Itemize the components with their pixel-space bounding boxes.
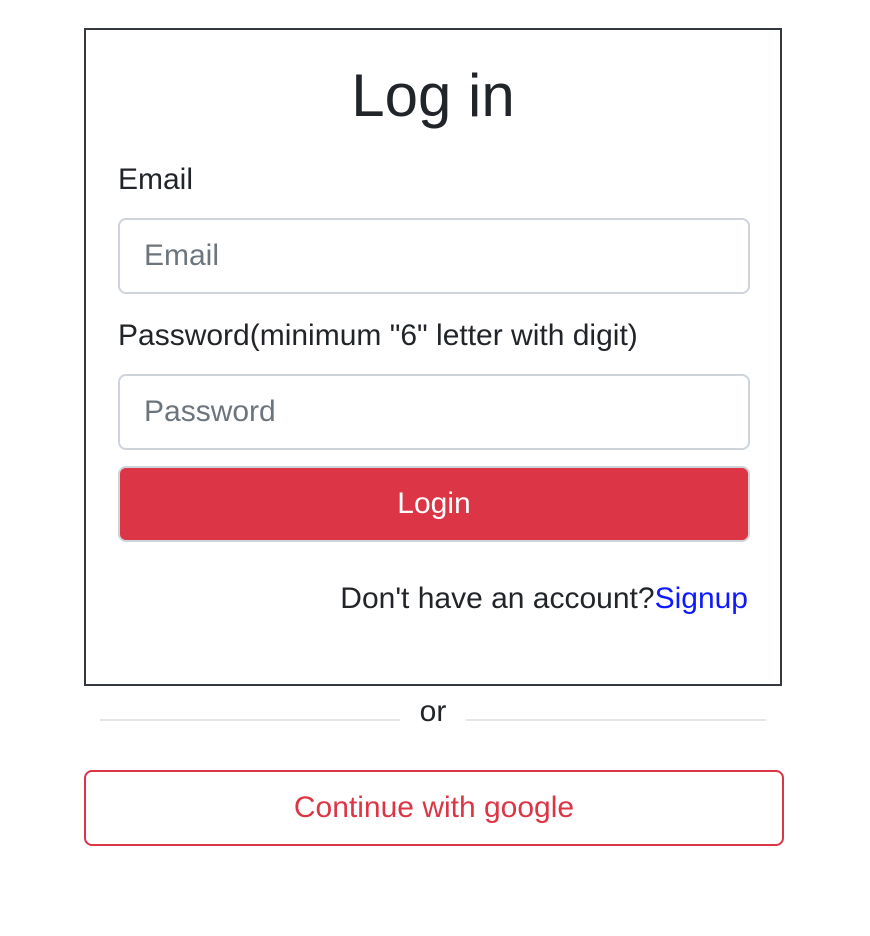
password-field[interactable] (118, 374, 750, 450)
continue-with-google-button[interactable]: Continue with google (84, 770, 784, 846)
signup-link[interactable]: Signup (655, 582, 748, 615)
email-field[interactable] (118, 218, 750, 294)
email-label: Email (118, 163, 194, 196)
signup-prompt-text: Don't have an account? (340, 582, 655, 615)
password-label: Password(minimum "6" letter with digit) (118, 319, 638, 352)
login-card: Log in Email Password(minimum "6" letter… (84, 28, 782, 686)
login-button[interactable]: Login (118, 466, 750, 542)
page-title: Log in (351, 62, 515, 129)
divider-or-text: or (419, 695, 447, 728)
divider-line-right (466, 719, 766, 721)
signup-prompt: Don't have an account?Signup (340, 581, 748, 617)
divider-line-left (100, 719, 400, 721)
